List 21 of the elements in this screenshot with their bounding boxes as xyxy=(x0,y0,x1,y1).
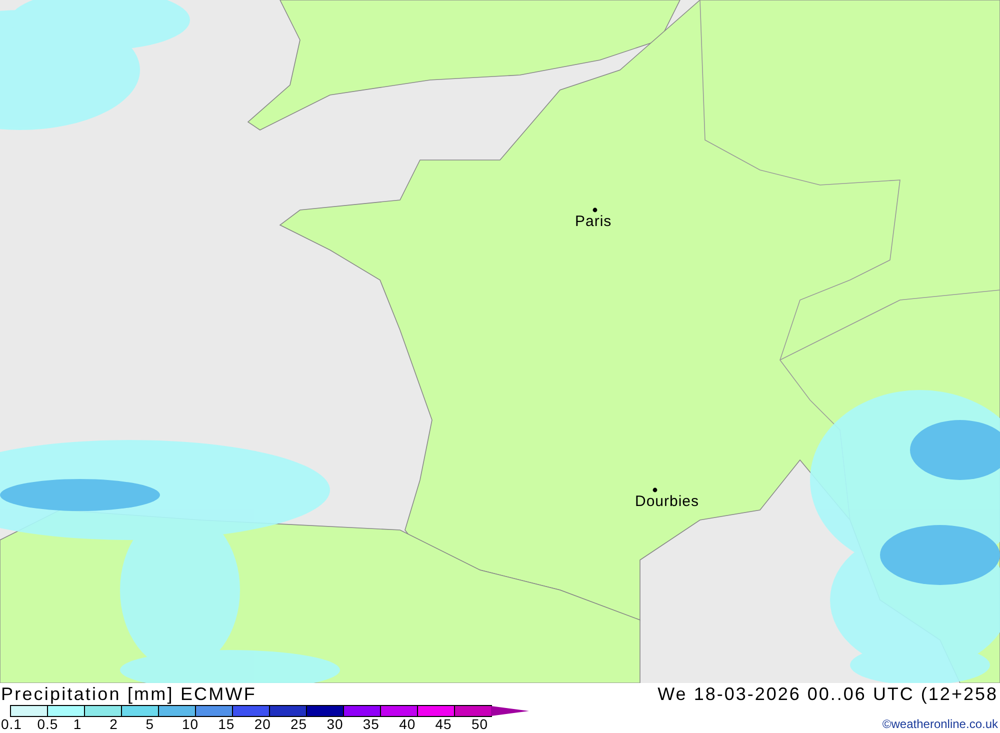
forecast-datetime: We 18-03-2026 00..06 UTC (12+258 xyxy=(658,683,998,705)
city-label: Dourbies xyxy=(635,493,700,510)
city-dot-icon xyxy=(592,207,598,213)
legend-label: 0.1 xyxy=(1,717,23,731)
legend-label: 35 xyxy=(362,717,380,731)
legend-label: 25 xyxy=(290,717,308,731)
credit-link[interactable]: ©weatheronline.co.uk xyxy=(882,717,998,731)
legend-label: 0.5 xyxy=(37,717,60,731)
legend-label: 15 xyxy=(218,717,236,731)
legend-label: 30 xyxy=(326,717,344,731)
legend-label: 50 xyxy=(471,717,490,731)
legend-label: 20 xyxy=(254,717,272,731)
city-dot-icon xyxy=(652,487,658,493)
legend-label: 45 xyxy=(435,717,453,731)
city-label: Paris xyxy=(575,213,612,230)
map-title: Precipitation [mm] ECMWF xyxy=(1,683,258,705)
legend-label: 2 xyxy=(110,717,119,731)
legend-label: 1 xyxy=(73,717,83,731)
legend-label: 10 xyxy=(182,717,200,731)
legend-label: 5 xyxy=(146,717,156,731)
legend-label: 40 xyxy=(399,717,417,731)
